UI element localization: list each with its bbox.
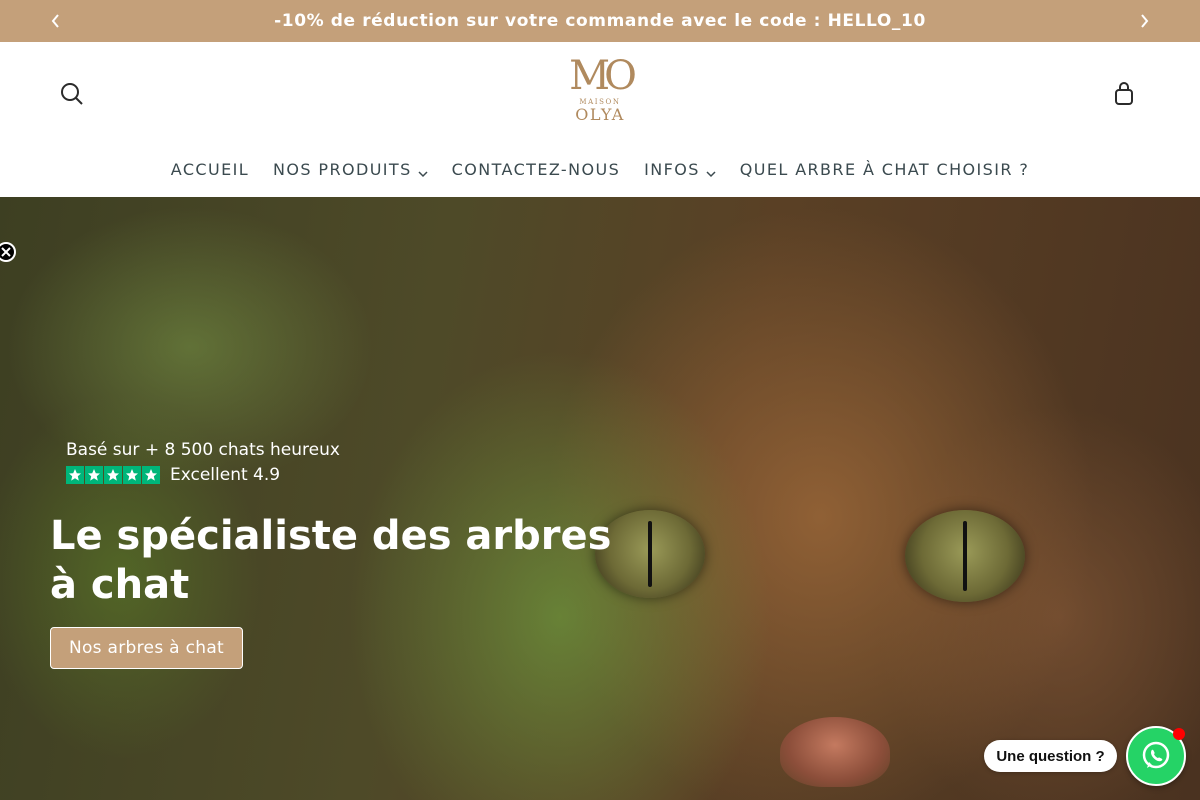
nav-item-accueil[interactable]: ACCUEIL — [171, 160, 249, 179]
logo-olya: OLYA — [575, 105, 625, 124]
hero-title: Le spécialiste des arbres à chat — [50, 513, 612, 608]
chevron-right-icon[interactable] — [1134, 11, 1154, 31]
shop-cat-trees-button[interactable]: Nos arbres à chat — [50, 627, 243, 669]
notification-dot — [1173, 728, 1185, 740]
question-bubble[interactable]: Une question ? — [984, 740, 1117, 772]
rating-stars — [66, 466, 160, 484]
chevron-left-icon[interactable] — [46, 11, 66, 31]
close-icon[interactable] — [0, 242, 16, 262]
hero-image-cat-eye — [905, 510, 1025, 602]
star-icon — [85, 466, 103, 484]
nav-label: QUEL ARBRE À CHAT CHOISIR ? — [739, 159, 1030, 179]
site-header: MO MAISON OLYA ACCUEIL NOS PRODUITS CONT… — [0, 42, 1200, 197]
shopping-bag-icon[interactable] — [1110, 80, 1138, 108]
hero-image-cat-nose — [780, 717, 890, 787]
nav-label: CONTACTEZ-NOUS — [451, 159, 621, 179]
nav-item-contactez-nous[interactable]: CONTACTEZ-NOUS — [452, 160, 620, 179]
nav-item-infos[interactable]: INFOS — [644, 160, 716, 179]
announcement-bar: -10% de réduction sur votre commande ave… — [0, 0, 1200, 42]
nav-label: NOS PRODUITS — [273, 159, 412, 179]
rating-text: Excellent 4.9 — [170, 465, 281, 485]
rating-row: Excellent 4.9 — [66, 465, 280, 485]
star-icon — [142, 466, 160, 484]
chevron-down-icon — [418, 164, 428, 178]
star-icon — [66, 466, 84, 484]
star-icon — [104, 466, 122, 484]
search-icon[interactable] — [58, 80, 86, 108]
review-count-text: Basé sur + 8 500 chats heureux — [66, 440, 340, 460]
hero-banner: Basé sur + 8 500 chats heureux Excellent… — [0, 197, 1200, 800]
logo[interactable]: MO MAISON OLYA — [562, 56, 638, 136]
chevron-down-icon — [706, 164, 716, 178]
announcement-text: -10% de réduction sur votre commande ave… — [274, 11, 926, 31]
nav-item-quel-arbre[interactable]: QUEL ARBRE À CHAT CHOISIR ? — [740, 160, 1029, 179]
main-nav: ACCUEIL NOS PRODUITS CONTACTEZ-NOUS INFO… — [0, 156, 1200, 182]
logo-mark: MO — [569, 53, 637, 99]
nav-label: INFOS — [644, 159, 700, 179]
nav-label: ACCUEIL — [170, 159, 250, 179]
nav-item-nos-produits[interactable]: NOS PRODUITS — [273, 160, 428, 179]
star-icon — [123, 466, 141, 484]
